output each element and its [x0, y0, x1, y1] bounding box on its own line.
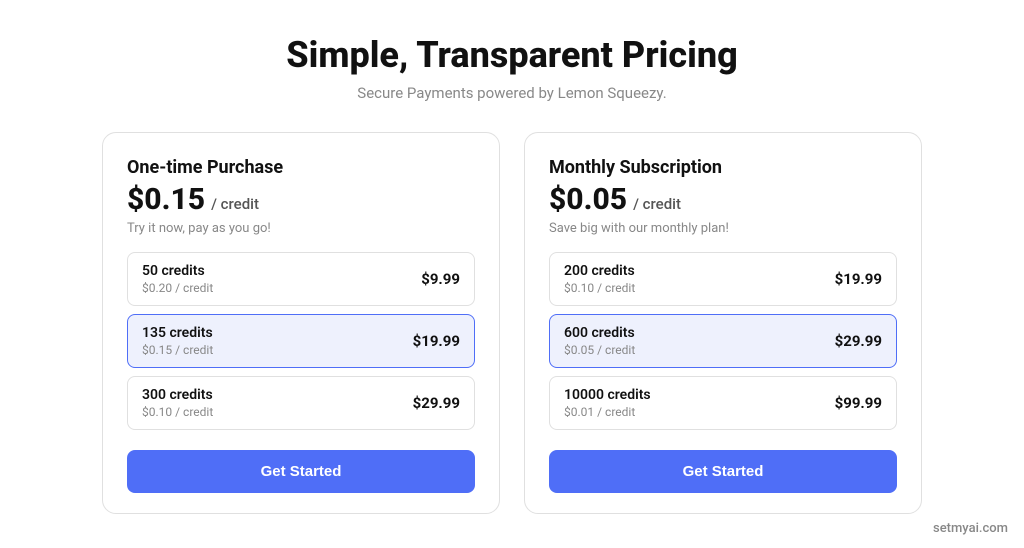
card-price-row-monthly: $0.05 / credit	[549, 182, 897, 217]
option-row-monthly-0[interactable]: 200 credits $0.10 / credit $19.99	[549, 252, 897, 306]
page-title: Simple, Transparent Pricing	[286, 34, 737, 76]
pricing-card-monthly: Monthly Subscription $0.05 / credit Save…	[524, 132, 922, 514]
option-price-monthly-1: $29.99	[835, 332, 882, 350]
option-per-credit-one-time-1: $0.15 / credit	[142, 343, 213, 357]
option-row-one-time-1[interactable]: 135 credits $0.15 / credit $19.99	[127, 314, 475, 368]
card-price-row-one-time: $0.15 / credit	[127, 182, 475, 217]
option-left-one-time-2: 300 credits $0.10 / credit	[142, 387, 213, 419]
option-price-monthly-0: $19.99	[835, 270, 882, 288]
option-row-one-time-2[interactable]: 300 credits $0.10 / credit $29.99	[127, 376, 475, 430]
option-credits-one-time-1: 135 credits	[142, 325, 213, 341]
get-started-button-one-time[interactable]: Get Started	[127, 450, 475, 493]
card-title-monthly: Monthly Subscription	[549, 157, 897, 178]
card-price-unit-one-time: / credit	[211, 195, 259, 213]
card-subtitle-one-time: Try it now, pay as you go!	[127, 221, 475, 236]
option-credits-one-time-0: 50 credits	[142, 263, 213, 279]
options-list-one-time: 50 credits $0.20 / credit $9.99 135 cred…	[127, 252, 475, 430]
option-left-one-time-1: 135 credits $0.15 / credit	[142, 325, 213, 357]
options-list-monthly: 200 credits $0.10 / credit $19.99 600 cr…	[549, 252, 897, 430]
page-subtitle: Secure Payments powered by Lemon Squeezy…	[286, 84, 737, 102]
option-per-credit-monthly-2: $0.01 / credit	[564, 405, 651, 419]
option-per-credit-monthly-1: $0.05 / credit	[564, 343, 635, 357]
option-price-one-time-2: $29.99	[413, 394, 460, 412]
watermark: setmyai.com	[933, 521, 1008, 536]
option-left-one-time-0: 50 credits $0.20 / credit	[142, 263, 213, 295]
option-credits-monthly-1: 600 credits	[564, 325, 635, 341]
option-per-credit-monthly-0: $0.10 / credit	[564, 281, 635, 295]
option-credits-monthly-0: 200 credits	[564, 263, 635, 279]
pricing-cards: One-time Purchase $0.15 / credit Try it …	[102, 132, 922, 514]
card-price-unit-monthly: / credit	[633, 195, 681, 213]
option-row-monthly-1[interactable]: 600 credits $0.05 / credit $29.99	[549, 314, 897, 368]
option-left-monthly-1: 600 credits $0.05 / credit	[564, 325, 635, 357]
card-title-one-time: One-time Purchase	[127, 157, 475, 178]
card-subtitle-monthly: Save big with our monthly plan!	[549, 221, 897, 236]
card-price-one-time: $0.15	[127, 182, 205, 217]
card-price-monthly: $0.05	[549, 182, 627, 217]
option-credits-one-time-2: 300 credits	[142, 387, 213, 403]
get-started-button-monthly[interactable]: Get Started	[549, 450, 897, 493]
option-credits-monthly-2: 10000 credits	[564, 387, 651, 403]
option-price-one-time-0: $9.99	[421, 270, 460, 288]
option-price-one-time-1: $19.99	[413, 332, 460, 350]
option-left-monthly-0: 200 credits $0.10 / credit	[564, 263, 635, 295]
option-row-monthly-2[interactable]: 10000 credits $0.01 / credit $99.99	[549, 376, 897, 430]
page-header: Simple, Transparent Pricing Secure Payme…	[286, 34, 737, 102]
option-left-monthly-2: 10000 credits $0.01 / credit	[564, 387, 651, 419]
option-row-one-time-0[interactable]: 50 credits $0.20 / credit $9.99	[127, 252, 475, 306]
option-price-monthly-2: $99.99	[835, 394, 882, 412]
option-per-credit-one-time-0: $0.20 / credit	[142, 281, 213, 295]
pricing-card-one-time: One-time Purchase $0.15 / credit Try it …	[102, 132, 500, 514]
option-per-credit-one-time-2: $0.10 / credit	[142, 405, 213, 419]
